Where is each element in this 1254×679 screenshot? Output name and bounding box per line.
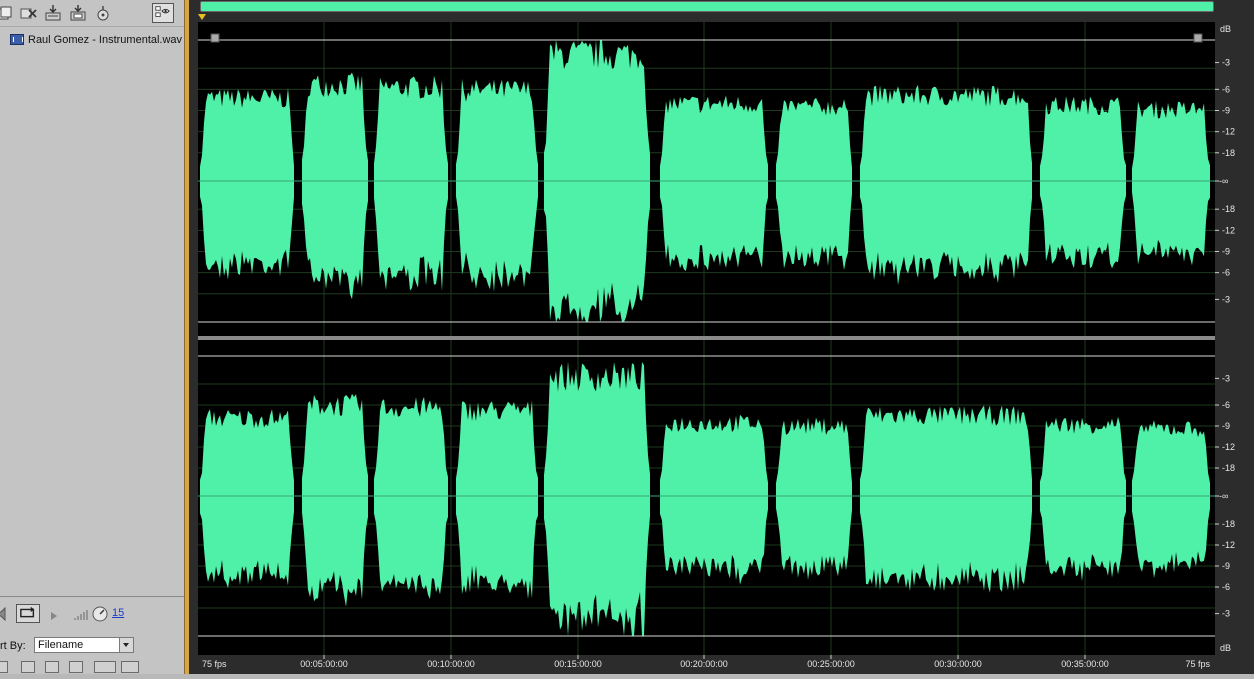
waveform-segment [1040,416,1126,582]
waveform-segment [374,396,448,599]
insert-into-multitrack-icon[interactable] [44,4,62,22]
preview-controls: 15 [0,603,184,625]
db-tick-label: -12 [1222,442,1235,452]
waveform-svg [198,22,1215,655]
waveform-segment [776,417,852,580]
db-tick-label: -18 [1222,519,1235,529]
timeline-start-label: 75 fps [202,659,227,669]
waveform-segment [456,400,538,599]
playhead-marker-icon[interactable] [198,14,206,20]
loop-button[interactable] [16,604,40,623]
db-tick-label: -18 [1222,204,1235,214]
filter-view-icon[interactable] [94,661,116,673]
waveform-segment [776,97,852,271]
db-unit-label-bottom: dB [1220,643,1231,653]
timeline-end-label: 75 fps [1185,659,1210,669]
db-tick-label: -6 [1222,400,1230,410]
db-tick-label: -9 [1222,106,1230,116]
timeline-tick-label: 00:30:00:00 [934,659,982,669]
db-tick-label: -12 [1222,225,1235,235]
waveform-segment [660,414,768,585]
db-tick-label: -∞ [1219,491,1228,501]
overview-scrollbar[interactable] [200,1,1214,12]
waveform-segment [1132,100,1210,266]
files-toolbar [0,0,184,27]
db-scale-svg: dB -3 -6 -9 -12 -18 -∞ -18 -12 -9 -6 -3 -3 -6 -9 -12 -18… [1215,24,1235,653]
channel-divider [198,336,1215,340]
zoom-dial-icon[interactable] [92,606,108,622]
db-tick-label: -12 [1222,127,1235,137]
db-tick-label: -12 [1222,540,1235,550]
file-item-label: Raul Gomez - Instrumental.wav [28,33,183,46]
waveform-segment [860,405,1032,593]
fade-out-handle-icon [1193,33,1203,43]
timeline-svg: 75 fps 00:05:00:00 00:10:00:00 00:15:00:00 0… [202,655,1210,669]
timeline-tick-label: 00:35:00:00 [1061,659,1109,669]
waveform-segment [456,78,538,292]
db-scale: dB -3 -6 -9 -12 -18 -∞ -18 -12 -9 -6 -3 -3 -6 -9 -12 -18… [1215,22,1254,655]
timeline-tick-label: 00:15:00:00 [554,659,602,669]
timeline-tick-label: 00:20:00:00 [680,659,728,669]
sort-row: rt By: Filename [0,637,184,655]
filter-icons [0,660,184,674]
open-file-icon[interactable] [0,4,14,22]
db-tick-label: -6 [1222,582,1230,592]
db-unit-label: dB [1220,24,1231,34]
timeline-tick-label: 00:05:00:00 [300,659,348,669]
db-tick-label: -18 [1222,148,1235,158]
waveform-display[interactable] [198,22,1215,655]
db-tick-label: -9 [1222,421,1230,431]
waveform-segment [200,409,294,589]
filter-video-icon[interactable] [45,661,59,673]
show-options-icon[interactable] [152,3,174,23]
db-tick-label: -6 [1222,268,1230,278]
sort-by-value: Filename [38,639,84,651]
db-tick-label: -18 [1222,463,1235,473]
auto-play-icon[interactable] [94,4,112,22]
waveform-segment [1040,96,1126,269]
waveform-file-icon [10,34,24,45]
filter-audio-icon[interactable] [0,661,8,673]
timeline-ruler[interactable]: 75 fps 00:05:00:00 00:10:00:00 00:15:00:00 0… [198,655,1254,674]
volume-icon[interactable] [0,606,8,622]
waveform-segment [860,84,1032,286]
panel-divider [0,596,184,597]
filter-midi-icon[interactable] [69,661,83,673]
insert-into-cd-icon[interactable] [69,4,87,22]
db-tick-label: -3 [1222,609,1230,619]
filter-loop-icon[interactable] [21,661,35,673]
db-tick-label: -9 [1222,561,1230,571]
db-tick-label: -3 [1222,294,1230,304]
db-tick-label: -3 [1222,373,1230,383]
waveform-segment [302,72,368,300]
db-tick-label: -6 [1222,84,1230,94]
waveform-segment [374,75,448,292]
fade-in-handle-icon [210,33,220,43]
waveform-segment [660,95,768,271]
play-icon[interactable] [50,608,58,620]
waveform-segment [302,393,368,607]
db-tick-label: -9 [1222,247,1230,257]
file-item[interactable]: Raul Gomez - Instrumental.wav [10,32,182,47]
close-file-icon[interactable] [20,4,38,22]
zoom-value-link[interactable]: 15 [112,607,124,619]
db-tick-label: -3 [1222,58,1230,68]
volume-level-icon [73,608,89,620]
waveform-segment [1132,420,1210,579]
filter-cd-icon[interactable] [121,661,139,673]
files-panel: Raul Gomez - Instrumental.wav 15 rt By: … [0,0,185,674]
sort-by-select[interactable]: Filename [34,637,134,653]
chevron-down-icon[interactable] [119,638,133,652]
timeline-tick-label: 00:25:00:00 [807,659,855,669]
db-tick-label: -∞ [1219,176,1228,186]
waveform-segment [200,88,294,280]
timeline-tick-label: 00:10:00:00 [427,659,475,669]
sort-label: rt By: [0,640,26,652]
waveform-segment [544,361,650,636]
